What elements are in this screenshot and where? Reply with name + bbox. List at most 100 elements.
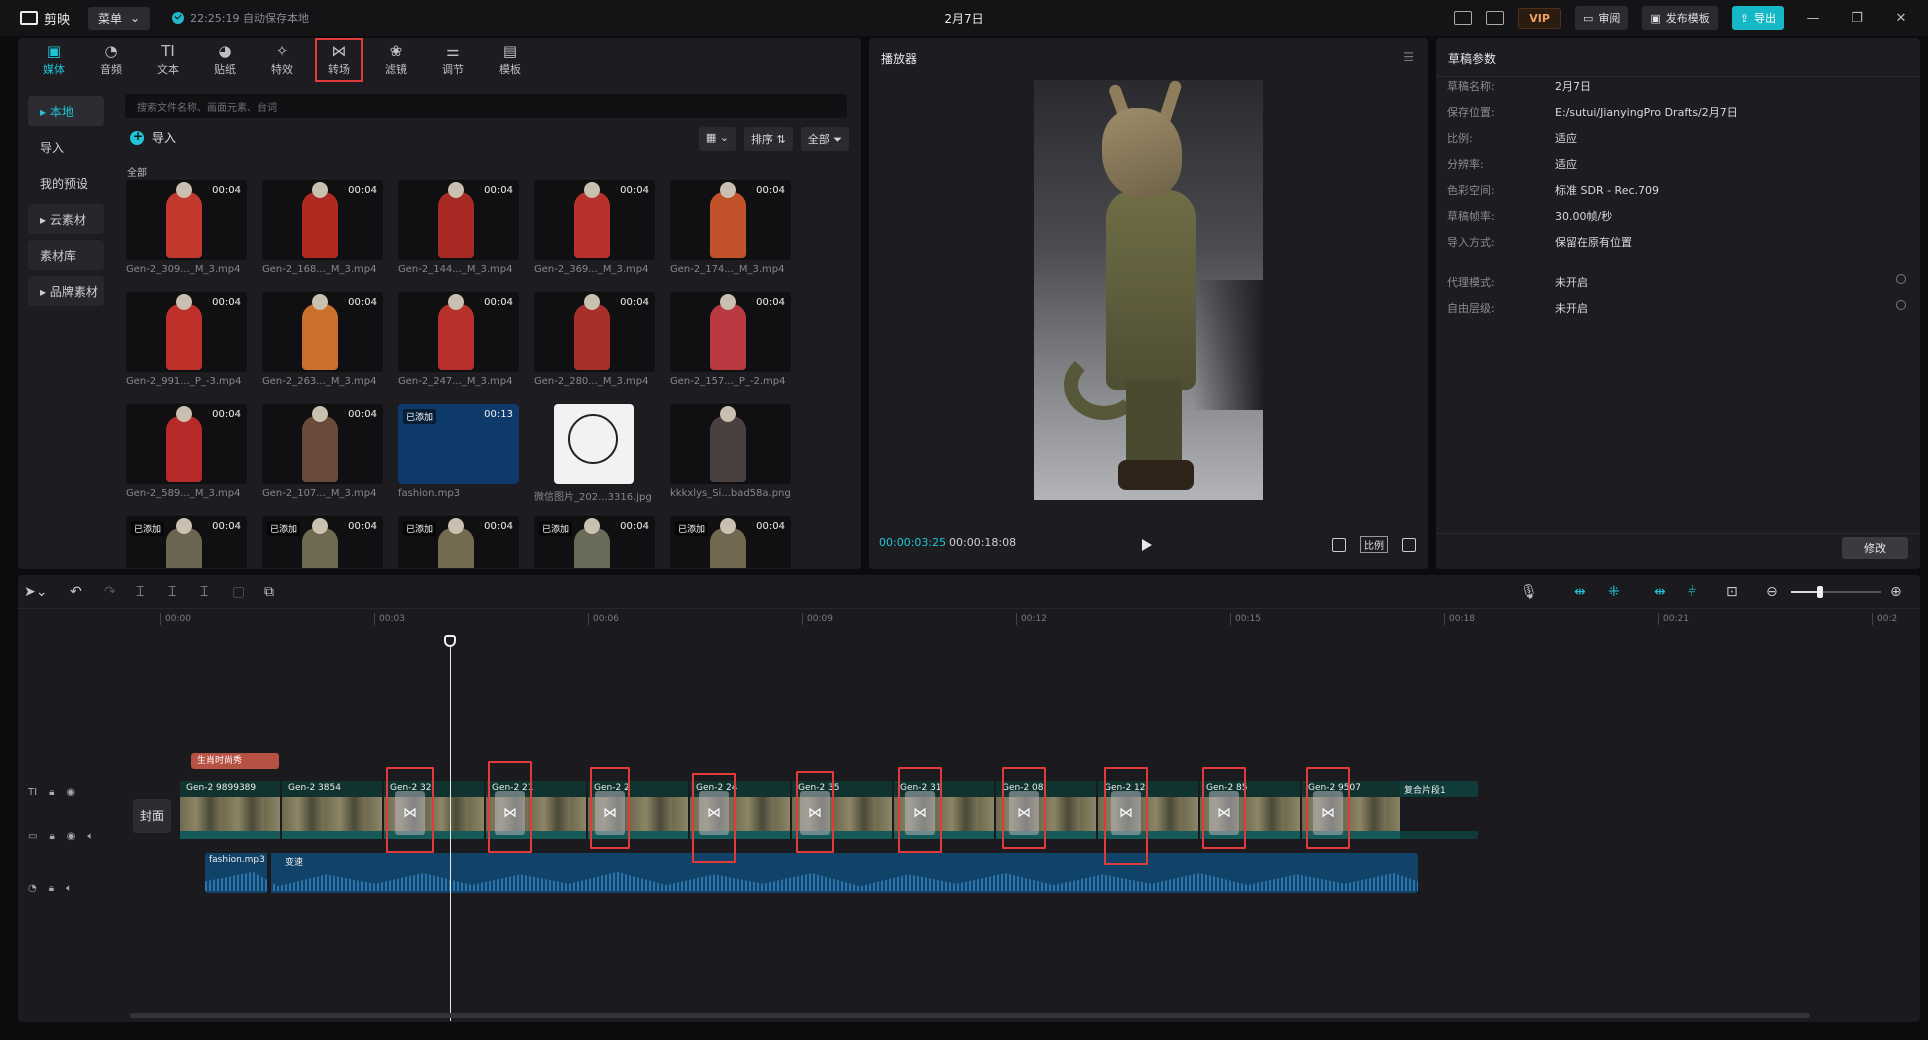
sort-button[interactable]: 排序 ⇅ — [743, 127, 793, 151]
fit-timeline-icon[interactable]: ⊡ — [1726, 584, 1738, 600]
media-item[interactable]: 00:04 Gen-2_263..._M_3.mp4 — [262, 292, 383, 392]
media-item[interactable]: 00:04 Gen-2_991..._P_-3.mp4 — [126, 292, 247, 392]
sidebar-item[interactable]: ▸ 本地 — [28, 96, 104, 126]
media-filename: Gen-2_280..._M_3.mp4 — [534, 376, 649, 387]
time-ruler[interactable]: 00:00 00:03 00:06 00:09 00:12 00:15 00:18 00:21… — [128, 609, 1920, 631]
close-icon[interactable]: ✕ — [1886, 11, 1916, 26]
crop-icon[interactable]: ⧉ — [264, 584, 274, 600]
trim-right-icon[interactable]: ⌶ — [200, 584, 208, 600]
sidebar-item[interactable]: 素材库 — [28, 240, 104, 270]
playhead-line[interactable] — [450, 645, 451, 1021]
edit-button[interactable]: 修改 — [1842, 537, 1908, 559]
layout-icon[interactable] — [1486, 11, 1505, 25]
zoom-slider[interactable] — [1791, 586, 1881, 598]
media-item[interactable]: 00:04 Gen-2_309..._M_3.mp4 — [126, 180, 247, 280]
ratio-button[interactable]: 比例 — [1360, 536, 1388, 553]
redo-icon[interactable]: ↷ — [104, 584, 116, 600]
search-input[interactable]: 搜索文件名称、画面元素、台词 — [125, 94, 847, 118]
playhead-handle[interactable] — [444, 635, 456, 647]
menu-label: 菜单 — [98, 11, 123, 26]
lock-icon[interactable]: 🔒︎ — [49, 831, 54, 842]
media-item[interactable]: 00:04 Gen-2_280..._M_3.mp4 — [534, 292, 655, 392]
restore-icon[interactable]: ❐ — [1842, 11, 1872, 26]
tab-effects[interactable]: ✧ 特效 — [258, 38, 306, 82]
auto-snap-icon[interactable]: ⁜ — [1608, 584, 1620, 600]
tab-transition[interactable]: ⋈ 转场 — [315, 38, 363, 82]
preview-axis-icon[interactable]: ⫩ — [1688, 584, 1696, 600]
tab-adjust[interactable]: ⚌ 调节 — [429, 38, 477, 82]
play-icon[interactable] — [1142, 539, 1152, 551]
select-tool-icon[interactable]: ➤⌄ — [24, 584, 47, 600]
lock-icon[interactable]: 🔒︎ — [49, 883, 54, 894]
video-clip[interactable]: Gen-2 9899389 — [178, 781, 280, 839]
import-button[interactable]: 导入 — [130, 129, 176, 146]
sidebar-item[interactable]: ▸ 品牌素材 — [28, 276, 104, 306]
media-item[interactable]: 00:04 已添加 — [126, 516, 247, 568]
media-item[interactable]: 00:04 Gen-2_157..._P_-2.mp4 — [670, 292, 791, 392]
media-item[interactable]: 00:04 已添加 — [534, 516, 655, 568]
compound-clip[interactable]: 复合片段1 — [1400, 781, 1478, 839]
zoom-in-icon[interactable]: ⊕ — [1890, 584, 1902, 600]
zoom-handle[interactable] — [1817, 586, 1823, 598]
text-clip[interactable]: 生肖时尚秀 — [191, 753, 279, 769]
video-preview[interactable] — [1034, 80, 1263, 500]
linkage-icon[interactable]: ⇹ — [1654, 584, 1666, 600]
media-item[interactable]: 00:04 Gen-2_144..._M_3.mp4 — [398, 180, 519, 280]
zoom-out-icon[interactable]: ⊖ — [1766, 584, 1778, 600]
tab-media[interactable]: ▣ 媒体 — [30, 38, 78, 82]
tab-template[interactable]: ▤ 模板 — [486, 38, 534, 82]
media-item[interactable]: 00:04 Gen-2_369..._M_3.mp4 — [534, 180, 655, 280]
filter-button[interactable]: 全部 ⏷ — [800, 127, 849, 151]
microphone-icon[interactable]: 🎙︎ — [1520, 584, 1538, 600]
minimize-icon[interactable]: — — [1798, 11, 1828, 26]
trim-left-icon[interactable]: ⌶ — [168, 584, 176, 600]
volume-icon[interactable]: 🔈︎ — [88, 831, 94, 842]
info-icon[interactable] — [1896, 274, 1906, 284]
publish-template-button[interactable]: ▣ 发布模板 — [1642, 6, 1718, 30]
sidebar-item[interactable]: 导入 — [28, 132, 104, 162]
eye-icon[interactable]: ◉ — [67, 831, 76, 842]
fullscreen-icon[interactable] — [1402, 537, 1416, 552]
sidebar-item[interactable]: ▸ 云素材 — [28, 204, 104, 234]
prop-value: 适应 — [1555, 158, 1577, 171]
media-item[interactable]: 微信图片_202...3316.jpg — [534, 404, 655, 504]
media-item[interactable]: 00:04 Gen-2_589..._M_3.mp4 — [126, 404, 247, 504]
main-track-magnet-icon[interactable]: ⇹ — [1574, 584, 1586, 600]
media-item[interactable]: 00:04 已添加 — [398, 516, 519, 568]
media-item[interactable]: 00:04 Gen-2_174..._M_3.mp4 — [670, 180, 791, 280]
delete-icon[interactable]: ▢ — [232, 584, 245, 600]
media-item[interactable]: 00:13 已添加 fashion.mp3 — [398, 404, 519, 504]
tab-audio[interactable]: ◔ 音频 — [87, 38, 135, 82]
info-icon[interactable] — [1896, 300, 1906, 310]
split-icon[interactable]: ⌶ — [136, 584, 144, 600]
undo-icon[interactable]: ↶ — [70, 584, 82, 600]
view-mode-button[interactable]: ▦ ⌄ — [698, 127, 736, 151]
media-item[interactable]: kkkxlys_Si...bad58a.png — [670, 404, 791, 504]
export-button[interactable]: ⇪ 导出 — [1731, 6, 1784, 30]
sidebar-item[interactable]: 我的预设 — [28, 168, 104, 198]
ruler-tick: 00:06 — [588, 613, 619, 625]
menu-icon[interactable]: ☰ — [1403, 50, 1414, 64]
media-item[interactable]: 00:04 已添加 — [262, 516, 383, 568]
lock-icon[interactable]: 🔒︎ — [49, 787, 54, 798]
horizontal-scrollbar[interactable] — [130, 1013, 1810, 1018]
prop-key: 自由层级: — [1447, 302, 1495, 315]
review-button[interactable]: ▭ 审阅 — [1574, 6, 1629, 30]
duration-badge: 00:04 — [756, 297, 785, 308]
menu-button[interactable]: 菜单 ⌄ — [88, 6, 151, 30]
eye-icon[interactable]: ◉ — [66, 787, 75, 798]
tab-filter[interactable]: ❀ 滤镜 — [372, 38, 420, 82]
vip-badge[interactable]: VIP — [1518, 7, 1561, 29]
cover-button[interactable]: 封面 — [133, 799, 171, 833]
audio-clip[interactable]: fashion.mp3 变速 — [205, 853, 1418, 893]
tab-text[interactable]: TI 文本 — [144, 38, 192, 82]
media-item[interactable]: 00:04 Gen-2_168..._M_3.mp4 — [262, 180, 383, 280]
media-item[interactable]: 00:04 Gen-2_107..._M_3.mp4 — [262, 404, 383, 504]
media-item[interactable]: 00:04 已添加 — [670, 516, 791, 568]
media-item[interactable]: 00:04 Gen-2_247..._M_3.mp4 — [398, 292, 519, 392]
volume-icon[interactable]: 🔈︎ — [66, 883, 72, 894]
tab-sticker[interactable]: ◕ 贴纸 — [201, 38, 249, 82]
video-clip[interactable]: Gen-2 3854 — [280, 781, 382, 839]
keyboard-icon[interactable] — [1454, 11, 1473, 25]
fit-screen-icon[interactable] — [1332, 537, 1346, 552]
